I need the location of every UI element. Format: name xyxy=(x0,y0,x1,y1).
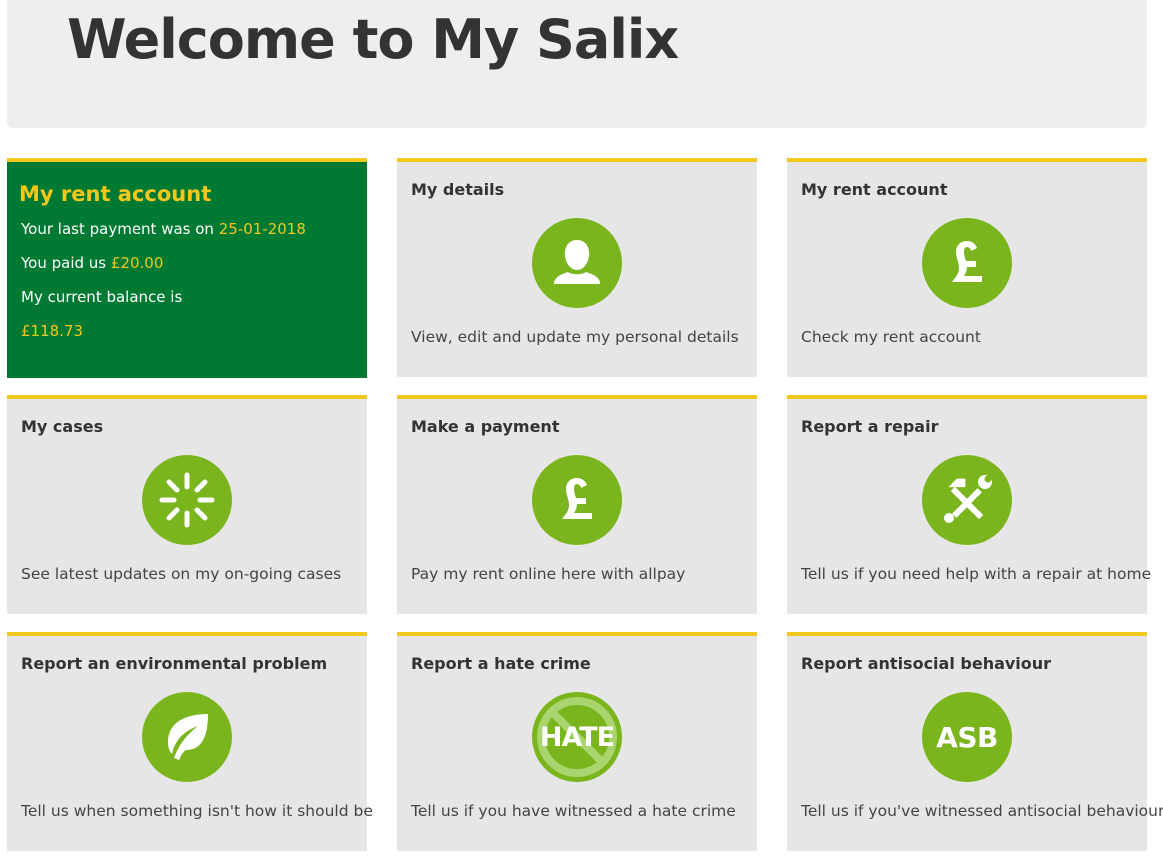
balance-amount: £118.73 xyxy=(21,322,84,340)
tile-my-details[interactable]: My details View, edit and update my pers… xyxy=(397,158,757,377)
tile-report-a-repair[interactable]: Report a repair Tell us if you need help… xyxy=(787,395,1151,614)
person-icon xyxy=(532,218,622,308)
tile-title: My cases xyxy=(21,417,104,436)
spinner-icon xyxy=(142,455,232,545)
tile-description: View, edit and update my personal detail… xyxy=(411,328,739,346)
tile-title: My details xyxy=(411,180,505,199)
tile-title: Make a payment xyxy=(411,417,560,436)
hate-icon-text: HATE xyxy=(539,721,615,753)
balance-label: My current balance is xyxy=(21,288,183,306)
tile-my-cases[interactable]: My cases See latest updates on my on-goi… xyxy=(7,395,367,614)
pound-icon xyxy=(532,455,622,545)
rent-summary-title: My rent account xyxy=(19,182,212,206)
tile-title: My rent account xyxy=(801,180,948,199)
leaf-icon xyxy=(142,692,232,782)
rent-summary-panel: My rent account Your last payment was on… xyxy=(7,158,367,378)
paid-amount: £20.00 xyxy=(110,254,164,272)
asb-icon-text: ASB xyxy=(936,720,998,754)
tools-icon xyxy=(922,455,1012,545)
page-header: Welcome to My Salix xyxy=(7,0,1147,128)
tile-description: Tell us if you have witnessed a hate cri… xyxy=(411,802,736,820)
tile-my-rent-account[interactable]: My rent account Check my rent account xyxy=(787,158,1147,377)
tile-make-a-payment[interactable]: Make a payment Pay my rent online here w… xyxy=(397,395,757,614)
paid-line: You paid us £20.00 xyxy=(21,254,163,272)
tile-description: See latest updates on my on-going cases xyxy=(21,565,342,583)
page-title: Welcome to My Salix xyxy=(67,8,679,71)
asb-icon: ASB xyxy=(922,692,1012,782)
tile-description: Pay my rent online here with allpay xyxy=(411,565,686,583)
tile-report-hate-crime[interactable]: Report a hate crime HATE Tell us if you … xyxy=(397,632,757,851)
tile-description: Tell us when something isn't how it shou… xyxy=(21,802,373,820)
last-payment-line: Your last payment was on 25-01-2018 xyxy=(21,220,306,238)
tile-description: Tell us if you need help with a repair a… xyxy=(801,565,1152,583)
tile-title: Report a repair xyxy=(801,417,939,436)
pound-icon xyxy=(922,218,1012,308)
tile-report-antisocial-behaviour[interactable]: Report antisocial behaviour ASB Tell us … xyxy=(787,632,1163,851)
last-payment-date: 25-01-2018 xyxy=(218,220,306,238)
tile-title: Report antisocial behaviour xyxy=(801,654,1052,673)
tile-report-environmental-problem[interactable]: Report an environmental problem Tell us … xyxy=(7,632,373,851)
tile-description: Tell us if you've witnessed antisocial b… xyxy=(801,802,1163,820)
tile-description: Check my rent account xyxy=(801,328,981,346)
hate-icon: HATE xyxy=(532,692,622,782)
tile-title: Report an environmental problem xyxy=(21,654,328,673)
last-payment-label: Your last payment was on xyxy=(21,220,214,238)
tile-title: Report a hate crime xyxy=(411,654,591,673)
paid-label: You paid us xyxy=(21,254,107,272)
